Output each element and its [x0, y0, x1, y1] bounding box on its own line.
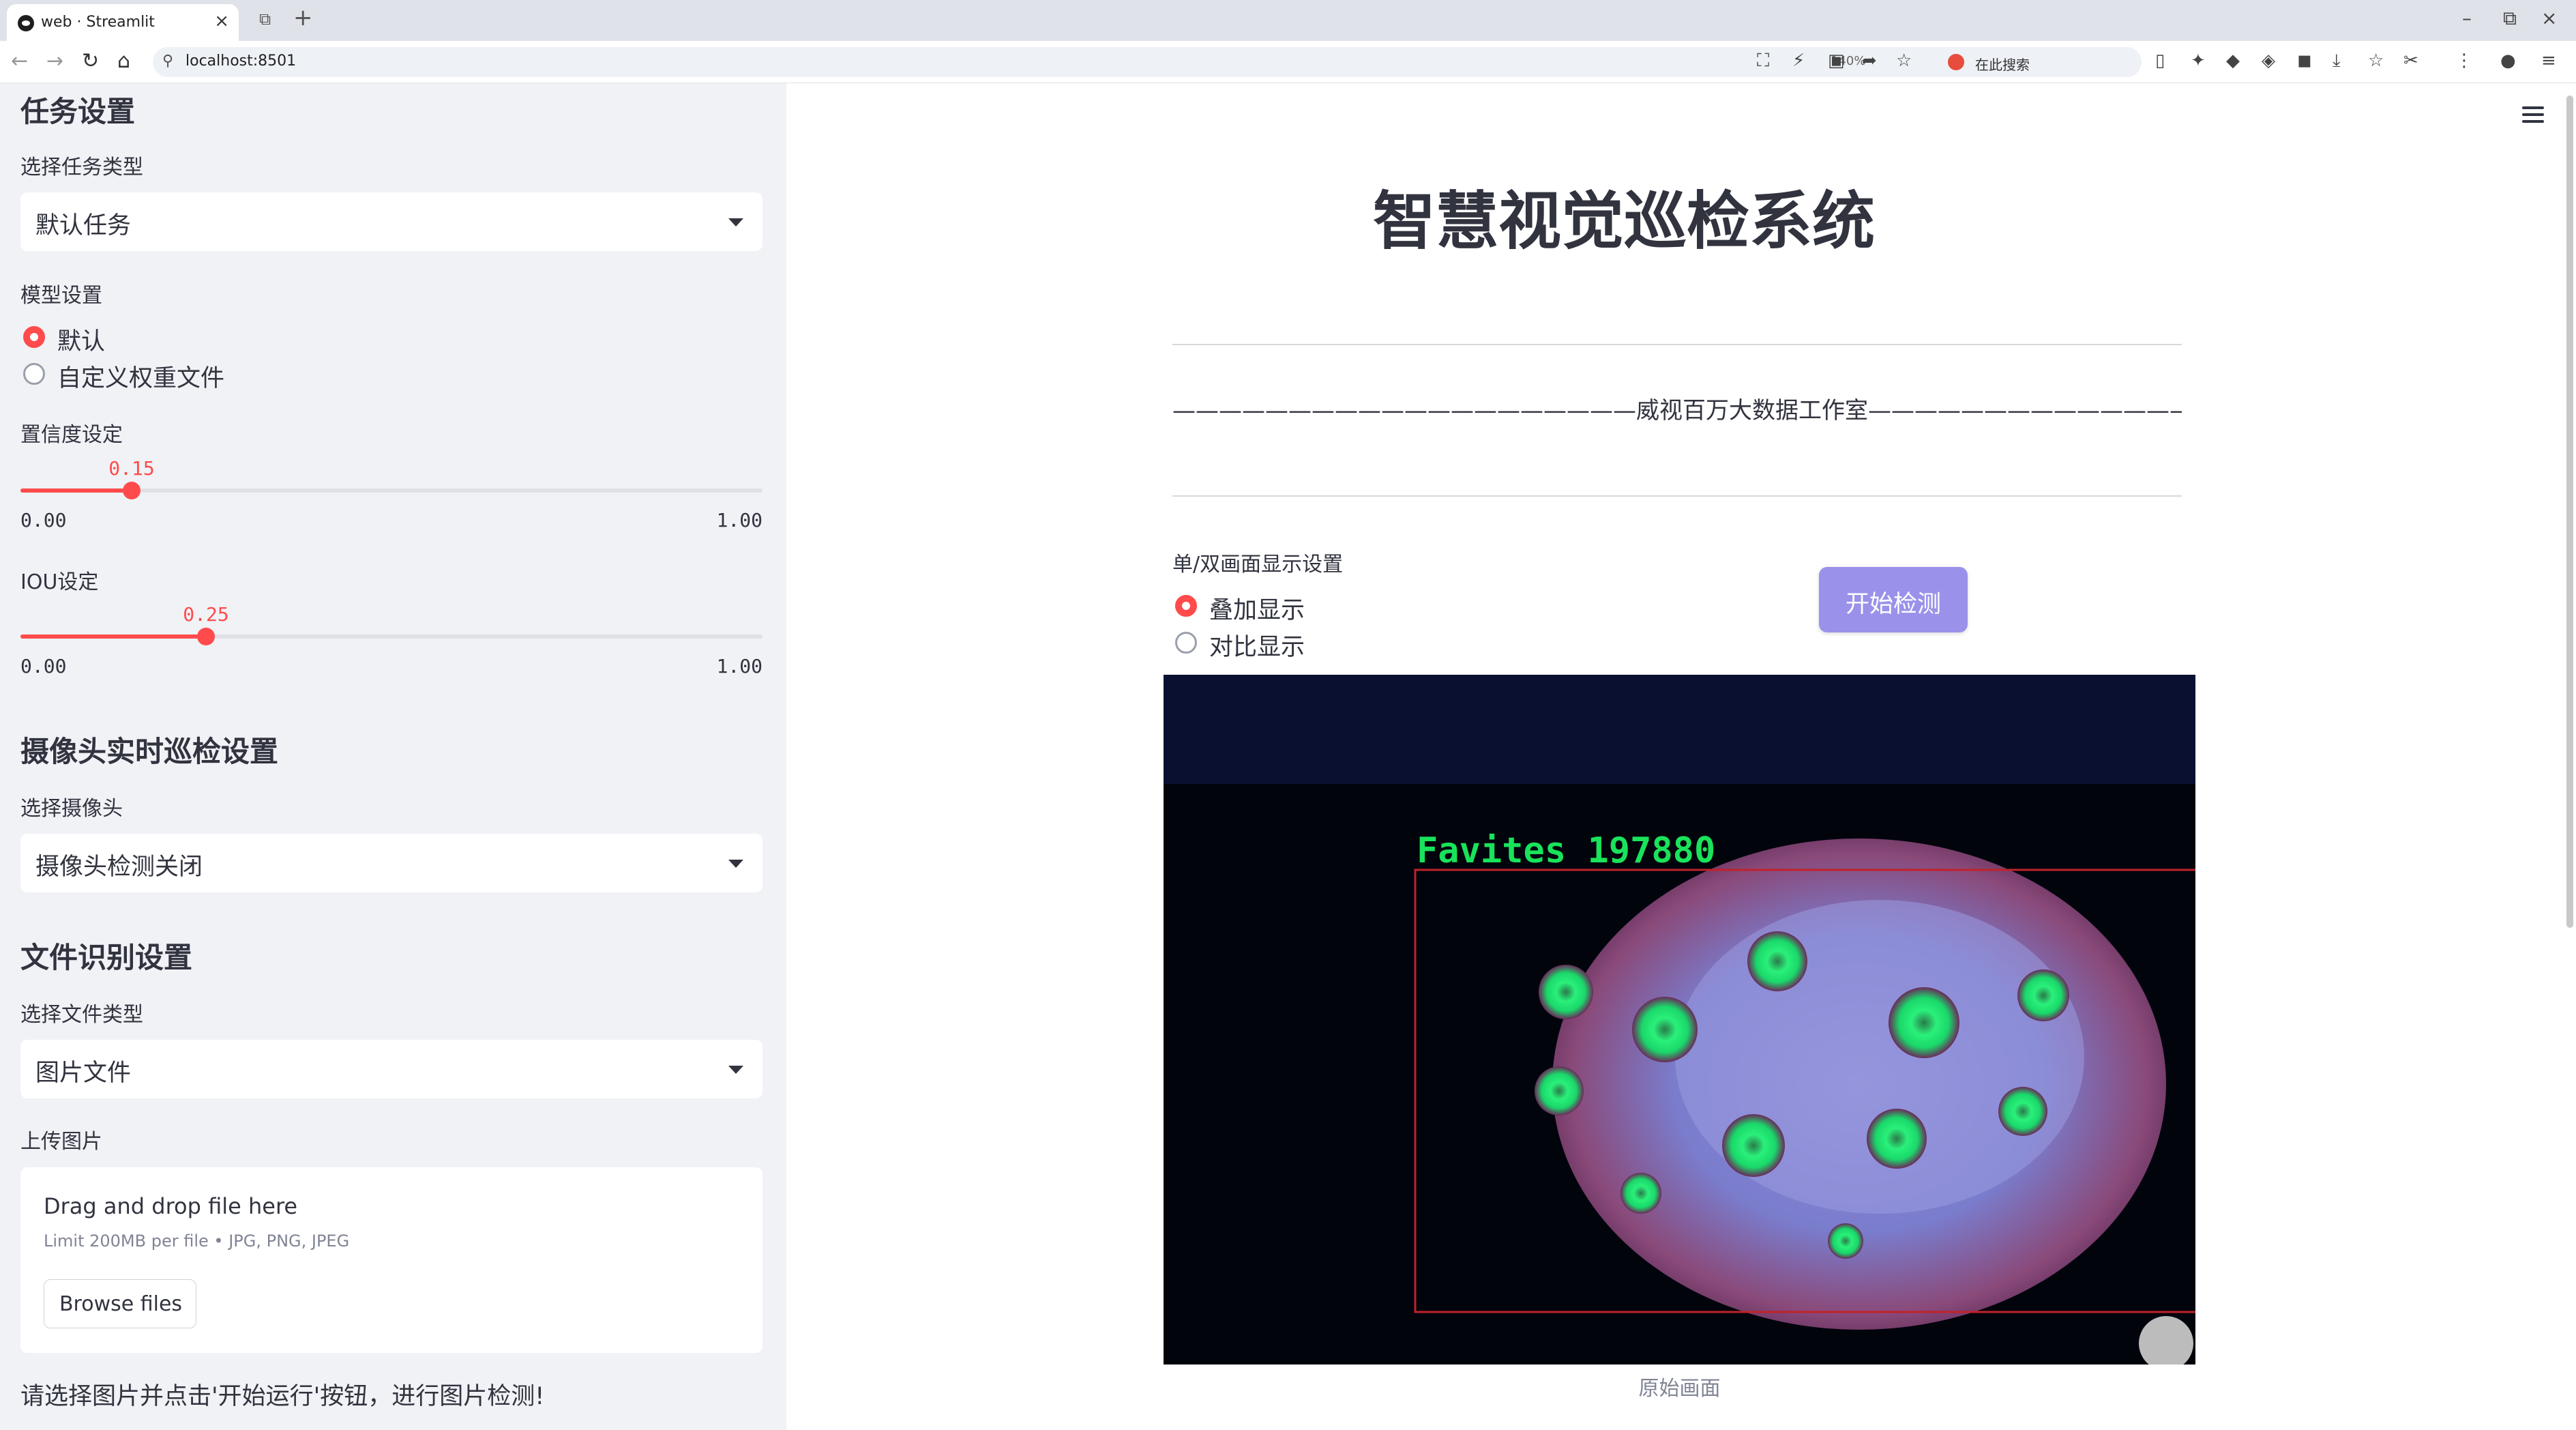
camera-value: 摄像头检测关闭: [35, 853, 203, 881]
browse-files-button[interactable]: Browse files: [44, 1279, 196, 1328]
slider-max: 1.00: [716, 655, 763, 677]
slider-value: 0.15: [108, 457, 155, 480]
radio-selected-icon[interactable]: [23, 326, 45, 348]
display-option-label: 对比显示: [1209, 634, 1305, 661]
search-engine-icon: [1948, 54, 1964, 70]
url-text[interactable]: localhost:8501: [186, 53, 296, 70]
file-settings-heading: 文件识别设置: [20, 941, 193, 974]
coral-photo: Favites 197880: [1164, 675, 2195, 1365]
home-icon[interactable]: ⌂: [117, 49, 130, 73]
model-settings-label: 模型设置: [20, 284, 102, 308]
iou-label: IOU设定: [20, 570, 99, 594]
slider-min: 0.00: [20, 655, 67, 677]
minimize-icon[interactable]: –: [2462, 7, 2472, 29]
reload-icon[interactable]: ↻: [82, 49, 99, 73]
tab-title: web · Streamlit: [41, 14, 155, 31]
file-type-select[interactable]: 图片文件: [20, 1040, 763, 1098]
site-info-icon[interactable]: ⚲: [162, 53, 173, 70]
streamlit-favicon-icon: [18, 15, 34, 31]
bolt-icon[interactable]: ⚡: [1792, 50, 1805, 71]
forward-icon[interactable]: →: [46, 49, 63, 73]
file-type-label: 选择文件类型: [20, 1003, 143, 1027]
menu-icon[interactable]: ≡: [2541, 50, 2556, 71]
main-content: 智慧视觉巡检系统 ————————————————————威视百万大数据工作室—…: [786, 83, 2576, 1430]
chevron-down-icon: [728, 218, 743, 227]
slider-handle[interactable]: [197, 628, 215, 645]
display-option-label: 叠加显示: [1209, 597, 1305, 624]
favorites-icon[interactable]: ☆: [2368, 50, 2384, 71]
upload-label: 上传图片: [20, 1130, 102, 1154]
scrollbar[interactable]: [2566, 96, 2573, 928]
new-tab-icon[interactable]: +: [293, 4, 313, 31]
download-icon[interactable]: ⤓: [2333, 50, 2341, 72]
main-menu-icon[interactable]: [2522, 106, 2544, 123]
extension-3-icon[interactable]: ◈: [2262, 50, 2275, 71]
model-option-label: 自定义权重文件: [57, 365, 225, 392]
browser-search-box[interactable]: 在此搜索: [1937, 47, 2142, 77]
tab-actions-icon[interactable]: ⧉: [259, 10, 271, 29]
dropzone-title: Drag and drop file here: [44, 1193, 298, 1219]
camera-label: 选择摄像头: [20, 797, 123, 821]
start-detection-label: 开始检测: [1845, 591, 1941, 618]
translate-icon[interactable]: ⛶: [1757, 50, 1769, 72]
radio-selected-icon[interactable]: [1175, 595, 1197, 617]
slider-fill: [20, 488, 132, 493]
task-type-value: 默认任务: [35, 212, 132, 239]
model-option-label: 默认: [57, 328, 106, 355]
start-detection-button[interactable]: 开始检测: [1819, 567, 1968, 632]
more-icon[interactable]: ⋮: [2455, 50, 2473, 71]
slider-value: 0.25: [183, 603, 229, 626]
browse-files-label: Browse files: [59, 1292, 183, 1316]
task-type-label: 选择任务类型: [20, 156, 143, 179]
display-mode-label: 单/双画面显示设置: [1172, 553, 1344, 577]
task-settings-heading: 任务设置: [20, 95, 136, 128]
studio-line: ————————————————————威视百万大数据工作室——————————…: [1172, 397, 2182, 424]
restore-icon[interactable]: ⧉: [2503, 7, 2517, 30]
browser-tab-bar: web · Streamlit × ⧉ + – ⧉ ×: [0, 0, 2576, 41]
browser-toolbar: ← → ↻ ⌂ ⚲ localhost:8501 140% ⛶ ⚡ ▣ ➦ ☆ …: [0, 41, 2576, 83]
bookmark-star-icon[interactable]: ☆: [1896, 50, 1912, 71]
browser-tab[interactable]: web · Streamlit ×: [7, 4, 239, 41]
close-tab-icon[interactable]: ×: [214, 11, 229, 31]
file-type-value: 图片文件: [35, 1060, 132, 1087]
instruction-text: 请选择图片并点击'开始运行'按钮，进行图片检测!: [20, 1383, 545, 1410]
confidence-label: 置信度设定: [20, 423, 123, 447]
cut-icon[interactable]: ✂: [2403, 50, 2418, 71]
radio-unselected-icon[interactable]: [23, 363, 45, 385]
share-icon[interactable]: ➦: [1862, 50, 1877, 71]
detection-image: Favites 197880: [1164, 675, 2195, 1365]
chevron-down-icon: [728, 860, 743, 868]
image-caption: 原始画面: [1638, 1377, 1721, 1401]
close-window-icon[interactable]: ×: [2541, 7, 2557, 29]
streamlit-app: 任务设置 选择任务类型 默认任务 模型设置 默认 自定义权重文件 置信度设定 0…: [0, 83, 2576, 1430]
extension-2-icon[interactable]: ◆: [2226, 50, 2240, 71]
divider: [1172, 344, 2182, 345]
slider-fill: [20, 634, 206, 639]
task-type-select[interactable]: 默认任务: [20, 192, 763, 251]
slider-min: 0.00: [20, 509, 67, 531]
profile-avatar-icon[interactable]: ●: [2500, 50, 2516, 71]
confidence-slider[interactable]: 0.15 0.00 1.00: [20, 457, 763, 532]
extension-4-icon[interactable]: ◼: [2297, 50, 2312, 71]
page-title: 智慧视觉巡检系统: [1372, 185, 1875, 258]
dropzone-limit: Limit 200MB per file • JPG, PNG, JPEG: [44, 1231, 350, 1251]
camera-settings-heading: 摄像头实时巡检设置: [20, 735, 279, 768]
slider-max: 1.00: [716, 509, 763, 531]
detection-label: Favites 197880: [1417, 830, 1715, 871]
search-placeholder: 在此搜索: [1975, 57, 2030, 73]
chevron-down-icon: [728, 1066, 743, 1074]
slider-handle[interactable]: [123, 482, 140, 499]
extension-icon[interactable]: ✦: [2191, 50, 2206, 71]
file-uploader-dropzone[interactable]: Drag and drop file here Limit 200MB per …: [20, 1167, 763, 1353]
back-icon[interactable]: ←: [11, 49, 28, 73]
iou-slider[interactable]: 0.25 0.00 1.00: [20, 603, 763, 678]
mobile-icon[interactable]: ▯: [2155, 50, 2165, 71]
divider: [1172, 495, 2182, 497]
camera-select[interactable]: 摄像头检测关闭: [20, 834, 763, 892]
sidebar: 任务设置 选择任务类型 默认任务 模型设置 默认 自定义权重文件 置信度设定 0…: [0, 83, 786, 1430]
screenshot-icon[interactable]: ▣: [1828, 50, 1845, 71]
radio-unselected-icon[interactable]: [1175, 632, 1197, 654]
